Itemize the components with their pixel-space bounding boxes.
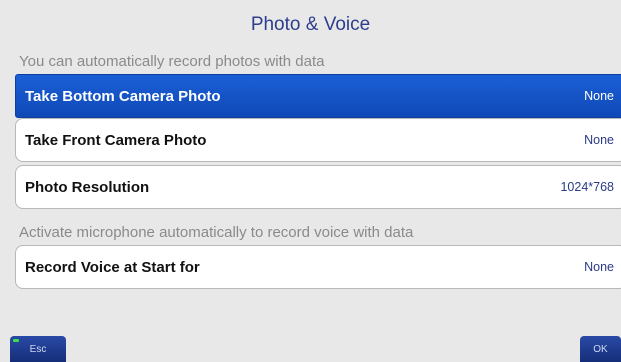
ok-button-label: OK xyxy=(593,343,608,355)
row-label: Take Bottom Camera Photo xyxy=(25,87,221,105)
row-label: Photo Resolution xyxy=(25,178,150,196)
ok-button[interactable]: OK xyxy=(580,336,621,362)
row-label: Record Voice at Start for xyxy=(25,258,200,276)
row-value: None xyxy=(584,260,614,274)
esc-button-label: Esc xyxy=(29,343,47,355)
take-bottom-camera-photo-row[interactable]: Take Bottom Camera Photo None xyxy=(15,74,621,118)
row-value: None xyxy=(584,133,614,147)
record-voice-at-start-row[interactable]: Record Voice at Start for None xyxy=(15,245,621,289)
row-value: None xyxy=(584,89,614,103)
row-label: Take Front Camera Photo xyxy=(25,131,207,149)
esc-button[interactable]: Esc xyxy=(10,336,66,362)
voice-section-label: Activate microphone automatically to rec… xyxy=(19,224,414,241)
photo-resolution-row[interactable]: Photo Resolution 1024*768 xyxy=(15,165,621,209)
row-value: 1024*768 xyxy=(560,180,614,194)
indicator-led-icon xyxy=(13,339,19,342)
page-title: Photo & Voice xyxy=(250,14,371,35)
take-front-camera-photo-row[interactable]: Take Front Camera Photo None xyxy=(15,118,621,162)
photo-section-label: You can automatically record photos with… xyxy=(19,53,325,70)
